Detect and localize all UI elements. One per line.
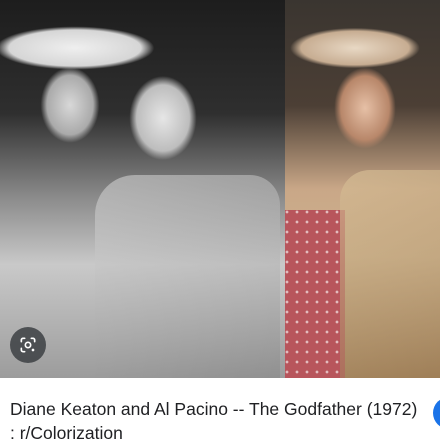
side-tab[interactable] (433, 397, 440, 429)
photo-colorized-shirt (340, 170, 440, 378)
photo-colorized-dress (285, 210, 345, 378)
result-image[interactable] (0, 0, 440, 378)
photo-black-and-white-detail (95, 175, 280, 378)
result-caption[interactable]: Diane Keaton and Al Pacino -- The Godfat… (10, 397, 420, 445)
visual-search-button[interactable] (10, 327, 46, 363)
google-lens-icon (20, 337, 36, 353)
